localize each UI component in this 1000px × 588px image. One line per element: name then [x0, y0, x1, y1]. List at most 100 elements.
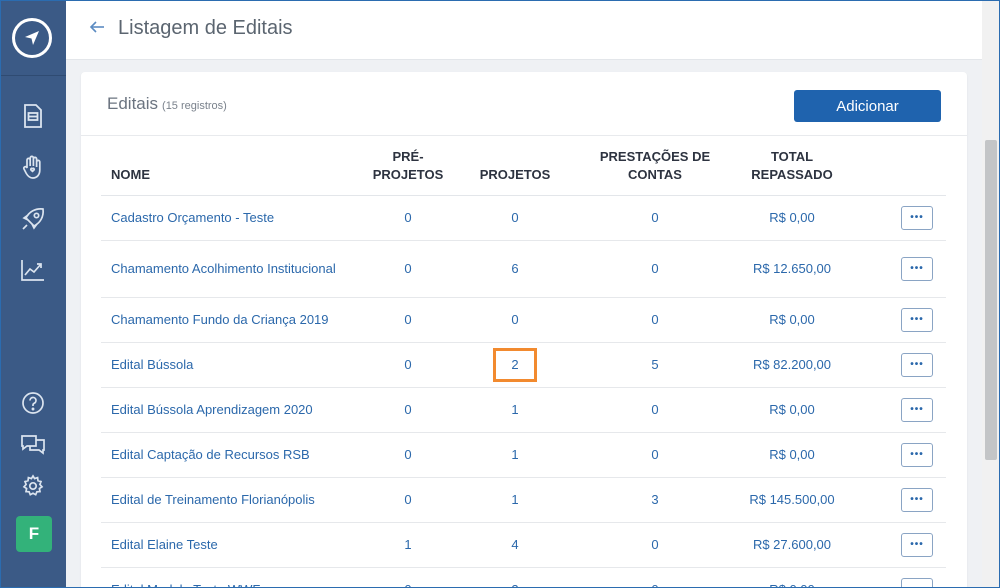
pre-projetos-cell[interactable]: 0 — [355, 432, 461, 478]
actions-cell: ••• — [843, 432, 946, 478]
prestacoes-cell[interactable]: 0 — [569, 297, 741, 343]
row-actions-button[interactable]: ••• — [901, 256, 933, 281]
row-actions-button[interactable]: ••• — [901, 397, 933, 422]
row-actions-button[interactable]: ••• — [901, 487, 933, 512]
actions-cell: ••• — [843, 342, 946, 388]
table-row: Edital Elaine Teste 1 4 0 R$ 27.600,00 •… — [101, 522, 946, 568]
edital-name-link[interactable]: Edital de Treinamento Florianópolis — [101, 477, 355, 523]
projetos-cell-highlighted[interactable]: 2 — [461, 342, 569, 388]
prestacoes-cell[interactable]: 0 — [569, 567, 741, 588]
page-header: Listagem de Editais — [66, 0, 982, 60]
projetos-cell[interactable]: 2 — [461, 567, 569, 588]
total-repassado-cell: R$ 0,00 — [741, 387, 843, 433]
table-header-row: NOME PRÉ- PROJETOS PROJETOS PRESTAÇÕES DE… — [101, 140, 946, 196]
row-actions-button[interactable]: ••• — [901, 352, 933, 377]
more-dots-icon: ••• — [910, 584, 924, 588]
total-repassado-cell: R$ 0,00 — [741, 432, 843, 478]
total-repassado-cell: R$ 82.200,00 — [741, 342, 843, 388]
total-repassado-cell: R$ 145.500,00 — [741, 477, 843, 523]
row-actions-button[interactable]: ••• — [901, 532, 933, 557]
prestacoes-cell[interactable]: 0 — [569, 240, 741, 298]
row-actions-button[interactable]: ••• — [901, 577, 933, 588]
record-count: (15 registros) — [162, 100, 227, 112]
pre-projetos-cell[interactable]: 0 — [355, 387, 461, 433]
pre-projetos-cell[interactable]: 0 — [355, 342, 461, 388]
pre-projetos-cell[interactable]: 0 — [355, 297, 461, 343]
more-dots-icon: ••• — [910, 358, 924, 370]
table-row: Edital Captação de Recursos RSB 0 1 0 R$… — [101, 432, 946, 478]
total-repassado-cell: R$ 0,00 — [741, 195, 843, 241]
table-row: Chamamento Acolhimento Institucional 0 6… — [101, 240, 946, 298]
help-icon[interactable] — [19, 389, 47, 417]
prestacoes-cell[interactable]: 0 — [569, 522, 741, 568]
sidebar-divider — [0, 75, 66, 76]
back-arrow-icon[interactable] — [88, 18, 106, 36]
total-repassado-cell: R$ 0,00 — [741, 567, 843, 588]
actions-cell: ••• — [843, 522, 946, 568]
projetos-cell[interactable]: 0 — [461, 195, 569, 241]
prestacoes-cell[interactable]: 0 — [569, 195, 741, 241]
user-avatar[interactable]: F — [16, 516, 52, 552]
more-dots-icon: ••• — [910, 538, 924, 550]
edital-name-link[interactable]: Cadastro Orçamento - Teste — [101, 195, 355, 241]
prestacoes-cell[interactable]: 5 — [569, 342, 741, 388]
pre-projetos-cell[interactable]: 0 — [355, 567, 461, 588]
row-actions-button[interactable]: ••• — [901, 205, 933, 230]
column-header-prestacoes[interactable]: PRESTAÇÕES DE CONTAS — [569, 140, 741, 196]
hand-heart-icon[interactable] — [19, 153, 47, 181]
add-button[interactable]: Adicionar — [794, 90, 941, 122]
pre-projetos-cell[interactable]: 1 — [355, 522, 461, 568]
edital-name-link[interactable]: Chamamento Acolhimento Institucional — [101, 240, 355, 298]
prestacoes-cell[interactable]: 0 — [569, 432, 741, 478]
rocket-icon[interactable] — [19, 205, 47, 233]
prestacoes-cell[interactable]: 3 — [569, 477, 741, 523]
projetos-cell[interactable]: 1 — [461, 432, 569, 478]
more-dots-icon: ••• — [910, 211, 924, 223]
prestacoes-cell[interactable]: 0 — [569, 387, 741, 433]
column-header-nome[interactable]: NOME — [101, 140, 355, 196]
pre-projetos-cell[interactable]: 0 — [355, 240, 461, 298]
card-header: Editais (15 registros) Adicionar — [81, 72, 967, 136]
total-repassado-cell: R$ 27.600,00 — [741, 522, 843, 568]
card-title-text: Editais — [107, 94, 159, 113]
more-dots-icon: ••• — [910, 448, 924, 460]
column-header-projetos[interactable]: PROJETOS — [461, 140, 569, 196]
highlighted-projetos-value[interactable]: 2 — [493, 347, 537, 382]
document-icon[interactable] — [19, 102, 47, 130]
more-dots-icon: ••• — [910, 262, 924, 274]
edital-name-link[interactable]: Edital Captação de Recursos RSB — [101, 432, 355, 478]
projetos-cell[interactable]: 0 — [461, 297, 569, 343]
edital-name-link[interactable]: Edital Bússola Aprendizagem 2020 — [101, 387, 355, 433]
edital-name-link[interactable]: Edital Modelo Teste WWF — [101, 567, 355, 588]
more-dots-icon: ••• — [910, 493, 924, 505]
chart-icon[interactable] — [19, 256, 47, 284]
page-scrollbar[interactable] — [982, 0, 1000, 588]
table-row: Edital Bússola Aprendizagem 2020 0 1 0 R… — [101, 387, 946, 433]
table-row: Cadastro Orçamento - Teste 0 0 0 R$ 0,00… — [101, 195, 946, 241]
more-dots-icon: ••• — [910, 403, 924, 415]
chat-icon[interactable] — [19, 430, 47, 458]
pre-projetos-cell[interactable]: 0 — [355, 195, 461, 241]
column-header-pre-projetos[interactable]: PRÉ- PROJETOS — [355, 140, 461, 196]
actions-cell: ••• — [843, 297, 946, 343]
total-repassado-cell: R$ 0,00 — [741, 297, 843, 343]
editais-card: Editais (15 registros) Adicionar NOME PRÉ… — [81, 72, 967, 588]
row-actions-button[interactable]: ••• — [901, 307, 933, 332]
edital-name-link[interactable]: Edital Elaine Teste — [101, 522, 355, 568]
column-header-total[interactable]: TOTAL REPASSADO — [741, 140, 843, 196]
total-repassado-cell: R$ 12.650,00 — [741, 240, 843, 298]
gear-icon[interactable] — [19, 472, 47, 500]
projetos-cell[interactable]: 6 — [461, 240, 569, 298]
row-actions-button[interactable]: ••• — [901, 442, 933, 467]
projetos-cell[interactable]: 1 — [461, 477, 569, 523]
edital-name-link[interactable]: Edital Bússola — [101, 342, 355, 388]
page-title: Listagem de Editais — [118, 17, 293, 39]
pre-projetos-cell[interactable]: 0 — [355, 477, 461, 523]
projetos-cell[interactable]: 1 — [461, 387, 569, 433]
scrollbar-thumb[interactable] — [985, 140, 997, 460]
edital-name-link[interactable]: Chamamento Fundo da Criança 2019 — [101, 297, 355, 343]
table-row: Edital Modelo Teste WWF 0 2 0 R$ 0,00 ••… — [101, 567, 946, 588]
editais-table: NOME PRÉ- PROJETOS PROJETOS PRESTAÇÕES DE… — [101, 140, 946, 588]
projetos-cell[interactable]: 4 — [461, 522, 569, 568]
logo-compass-icon[interactable] — [12, 18, 52, 58]
